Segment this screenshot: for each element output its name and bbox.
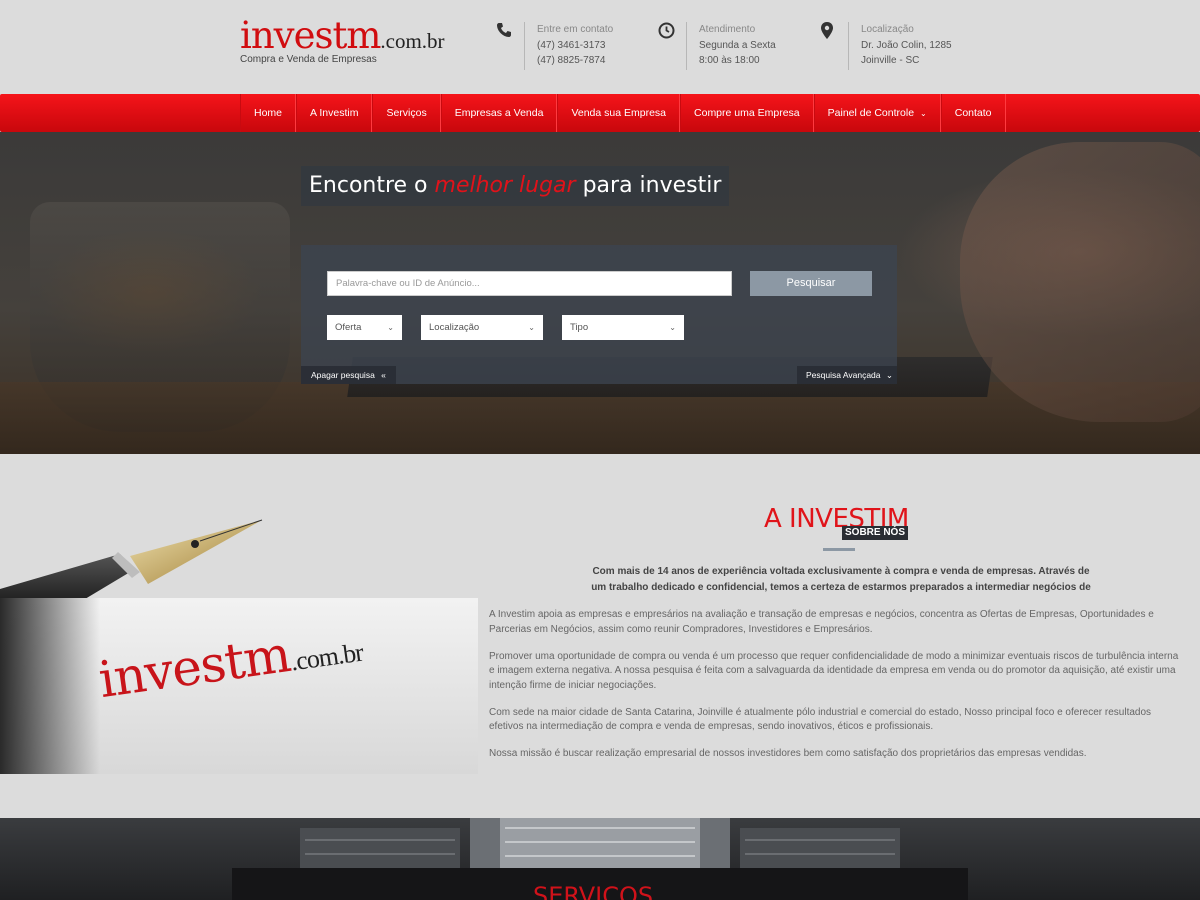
clock-icon xyxy=(658,22,686,70)
services-title: SERVIÇOS xyxy=(533,882,654,900)
nav-item-venda-sua-empresa[interactable]: Venda sua Empresa xyxy=(557,94,681,132)
nav-item-a-investim[interactable]: A Investim xyxy=(296,94,373,132)
contact-title: Atendimento xyxy=(699,24,756,35)
type-select[interactable]: Tipo ⌄ xyxy=(562,315,684,340)
about-subtitle-badge: SOBRE NÓS xyxy=(842,526,909,540)
title-underline xyxy=(823,548,855,551)
services-section: SERVIÇOS xyxy=(0,818,1200,900)
about-section: investm.com.br A INVESTIM SOBRE NÓS Com … xyxy=(0,454,1200,818)
contact-title: Localização xyxy=(861,24,914,35)
chevron-down-icon: ⌄ xyxy=(920,108,927,118)
nav-item-painel-de-controle[interactable]: Painel de Controle ⌄ xyxy=(813,94,941,132)
select-value: Oferta xyxy=(335,322,362,333)
search-input[interactable]: Palavra-chave ou ID de Anúncio... xyxy=(327,271,732,296)
hero-banner: Encontre o melhor lugar para investir Pa… xyxy=(0,132,1200,454)
hero-title-post: para investir xyxy=(575,173,722,198)
advanced-search-label: Pesquisa Avançada xyxy=(806,370,881,380)
nav-label: A Investim xyxy=(310,107,359,119)
image-logo-domain: .com.br xyxy=(288,637,365,677)
chevron-down-icon: ⌄ xyxy=(528,323,535,332)
chevron-down-icon: ⌄ xyxy=(669,323,676,332)
nav-item-contato[interactable]: Contato xyxy=(940,94,1006,132)
phone-icon xyxy=(496,22,524,70)
about-lead-text: Com mais de 14 anos de experiência volta… xyxy=(591,566,1091,593)
logo-domain: .com.br xyxy=(380,29,445,53)
about-paragraph: Com sede na maior cidade de Santa Catari… xyxy=(489,706,1152,733)
contact-location: Localização Dr. João Colin, 1285 Joinvil… xyxy=(820,22,952,70)
search-button[interactable]: Pesquisar xyxy=(750,271,872,296)
hero-title-accent: melhor lugar xyxy=(434,173,576,198)
site-header: investm.com.br Compra e Venda de Empresa… xyxy=(0,0,1200,94)
contact-phone-1[interactable]: (47) 3461-3173 xyxy=(537,38,613,53)
contact-title: Entre em contato xyxy=(537,24,614,35)
image-logo-text: investm.com.br xyxy=(95,615,365,709)
about-paragraph: A Investim apoia as empresas e empresári… xyxy=(489,609,1154,635)
address-street: Dr. João Colin, 1285 xyxy=(861,40,952,51)
contact-hours: Atendimento Segunda a Sexta 8:00 às 18:0… xyxy=(658,22,776,70)
nav-label: Empresas a Venda xyxy=(454,107,544,119)
offer-select[interactable]: Oferta ⌄ xyxy=(327,315,402,340)
select-value: Tipo xyxy=(570,322,589,333)
select-value: Localização xyxy=(429,322,480,333)
hero-title: Encontre o melhor lugar para investir xyxy=(301,166,730,206)
nav-label: Contato xyxy=(954,107,992,119)
clear-search-label: Apagar pesquisa xyxy=(311,370,375,380)
chevron-down-icon: ⌄ xyxy=(885,370,894,380)
main-nav: Home A Investim Serviços Empresas a Vend… xyxy=(0,94,1200,132)
site-logo[interactable]: investm.com.br Compra e Venda de Empresa… xyxy=(240,17,445,65)
contact-phone-2[interactable]: (47) 8825-7874 xyxy=(537,53,613,68)
nav-item-home[interactable]: Home xyxy=(240,94,297,132)
about-paragraph: Promover uma oportunidade de compra ou v… xyxy=(489,650,1179,691)
nav-label: Painel de Controle xyxy=(827,107,915,119)
logo-tagline: Compra e Venda de Empresas xyxy=(240,54,377,65)
nav-label: Serviços xyxy=(386,107,427,119)
about-body: A Investim apoia as empresas e empresári… xyxy=(489,608,1185,774)
contact-phone: Entre em contato (47) 3461-3173 (47) 882… xyxy=(496,22,613,70)
nav-item-empresas-a-venda[interactable]: Empresas a Venda xyxy=(440,94,558,132)
hero-title-pre: Encontre o xyxy=(309,173,435,198)
about-logo-image: investm.com.br xyxy=(0,598,478,774)
hours-time: 8:00 às 18:00 xyxy=(699,55,760,66)
about-paragraph: Nossa missão é buscar realização empresa… xyxy=(489,748,1087,759)
map-pin-icon xyxy=(820,22,848,70)
nav-label: Compre uma Empresa xyxy=(694,107,800,119)
hours-days: Segunda a Sexta xyxy=(699,40,776,51)
nav-label: Home xyxy=(254,107,283,119)
advanced-search-link[interactable]: Pesquisa Avançada ⌄ xyxy=(797,366,897,384)
chevron-down-icon: ⌄ xyxy=(387,323,394,332)
address-city: Joinville - SC xyxy=(861,55,920,66)
nav-item-servicos[interactable]: Serviços xyxy=(372,94,441,132)
nav-label: Venda sua Empresa xyxy=(571,107,667,119)
image-shadow xyxy=(0,598,100,774)
double-chevron-left-icon: « xyxy=(381,370,386,380)
nav-item-compre-uma-empresa[interactable]: Compre uma Empresa xyxy=(680,94,814,132)
clear-search-link[interactable]: Apagar pesquisa « xyxy=(301,366,396,384)
search-panel: Palavra-chave ou ID de Anúncio... Pesqui… xyxy=(301,245,897,384)
hero-background-hand xyxy=(960,142,1200,422)
logo-name: investm xyxy=(240,14,381,57)
location-select[interactable]: Localização ⌄ xyxy=(421,315,543,340)
image-logo-name: investm xyxy=(95,624,294,710)
